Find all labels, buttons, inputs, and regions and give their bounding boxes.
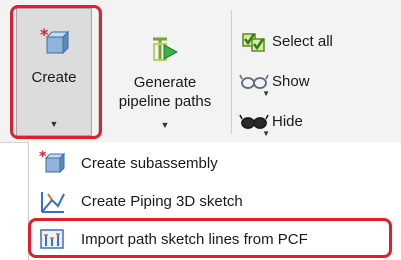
generate-pipeline-paths-button[interactable]: Generate pipeline paths ▼: [106, 8, 224, 136]
svg-text:*: *: [39, 150, 47, 165]
menu-item-label: Create Piping 3D sketch: [81, 192, 243, 210]
pipeline-path-icon: [150, 36, 180, 67]
generate-label: Generate pipeline paths: [119, 73, 212, 111]
chevron-down-icon: ▼: [262, 89, 270, 98]
menu-item-create-subassembly[interactable]: * Create subassembly: [37, 146, 397, 180]
generate-label-line1: Generate: [133, 74, 197, 91]
subassembly-icon: *: [37, 150, 67, 176]
svg-text:*: *: [40, 27, 49, 44]
select-all-button[interactable]: Select all: [236, 26, 396, 56]
select-all-icon: [236, 28, 272, 54]
hide-label: Hide: [272, 112, 303, 130]
chevron-down-icon: ▼: [262, 129, 270, 138]
hide-button[interactable]: ▼ Hide: [236, 106, 396, 138]
create-part-icon: *: [39, 25, 70, 62]
show-label: Show: [272, 72, 310, 90]
menu-item-import-path-sketch-lines-from-pcf[interactable]: Import path sketch lines from PCF: [37, 222, 397, 256]
menu-item-label: Create subassembly: [81, 154, 218, 172]
create-label: Create: [31, 69, 77, 86]
select-all-label: Select all: [272, 32, 333, 50]
ribbon: * Create ▼ Generate pipeline paths ▼ Sel…: [0, 0, 401, 143]
create-dropdown-menu: * Create subassembly Create Piping 3D sk…: [28, 142, 401, 260]
chevron-down-icon[interactable]: ▼: [161, 120, 170, 130]
menu-item-create-piping-3d-sketch[interactable]: Create Piping 3D sketch: [37, 184, 397, 218]
menu-item-label: Import path sketch lines from PCF: [81, 230, 308, 248]
create-button[interactable]: * Create ▼: [16, 8, 92, 136]
generate-label-line2: pipeline paths: [118, 93, 212, 110]
glasses-hide-icon: ▼: [236, 108, 272, 138]
ribbon-separator: [231, 10, 232, 134]
glasses-show-icon: ▼: [236, 68, 272, 98]
sketch-3d-icon: [37, 188, 67, 214]
import-pcf-icon: [37, 226, 67, 252]
chevron-down-icon[interactable]: ▼: [50, 119, 59, 129]
ribbon-separator: [98, 10, 99, 134]
show-button[interactable]: ▼ Show: [236, 66, 396, 98]
